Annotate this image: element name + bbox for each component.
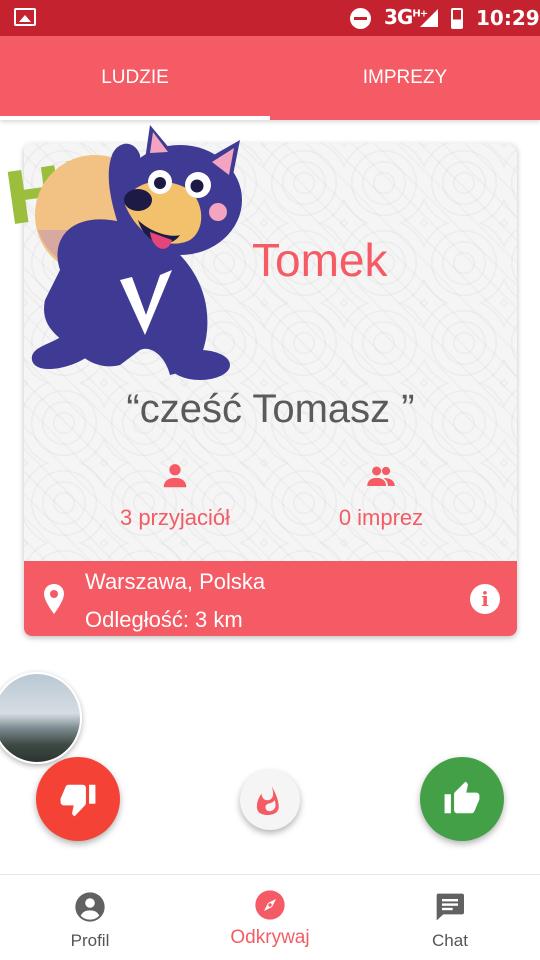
nav-odkrywaj-label: Odkrywaj (230, 927, 310, 948)
mascot-illustration: Hi! (0, 125, 242, 380)
person-icon (163, 464, 187, 488)
signal-icon (420, 9, 438, 27)
clock: 10:29 (476, 6, 540, 30)
location-pin-icon (44, 584, 64, 614)
thumb-up-icon (444, 781, 480, 814)
events-count: 0 imprez (338, 505, 424, 530)
thumb-down-icon (60, 784, 96, 817)
user-avatar[interactable] (0, 672, 82, 764)
friends-count: 3 przyjaciół (119, 505, 231, 530)
compass-icon (255, 890, 285, 920)
tab-ludzie[interactable]: LUDZIE (0, 36, 270, 120)
events-stat: 0 imprez (286, 461, 476, 531)
dislike-button[interactable] (36, 757, 120, 841)
info-icon[interactable]: i (470, 584, 500, 614)
profile-name: Tomek (252, 234, 388, 286)
profile-quote: “cześć Tomasz ” (126, 387, 415, 431)
super-like-button[interactable] (240, 770, 300, 830)
location-bar: Warszawa, Polska Odległość: 3 km i (24, 561, 517, 636)
like-button[interactable] (420, 757, 504, 841)
status-bar: 3GH+ 10:29 (0, 0, 540, 36)
battery-icon (451, 8, 463, 29)
tab-imprezy[interactable]: IMPREZY (270, 36, 540, 120)
bottom-navigation: Profil Odkrywaj Chat (0, 874, 540, 960)
nav-odkrywaj[interactable]: Odkrywaj (180, 875, 360, 960)
account-circle-icon (75, 892, 105, 922)
flame-icon (256, 786, 279, 815)
friends-stat: 3 przyjaciół (80, 461, 270, 531)
group-icon (367, 466, 395, 486)
top-tab-bar: LUDZIE IMPREZY (0, 36, 540, 120)
nav-profil[interactable]: Profil (0, 875, 180, 960)
nav-chat-label: Chat (432, 931, 468, 950)
do-not-disturb-icon (350, 8, 371, 29)
nav-profil-label: Profil (70, 931, 110, 950)
chat-icon (436, 893, 464, 921)
location-distance: Odległość: 3 km (85, 607, 243, 632)
nav-chat[interactable]: Chat (360, 875, 540, 960)
image-icon (14, 8, 36, 26)
location-city: Warszawa, Polska (85, 569, 266, 594)
